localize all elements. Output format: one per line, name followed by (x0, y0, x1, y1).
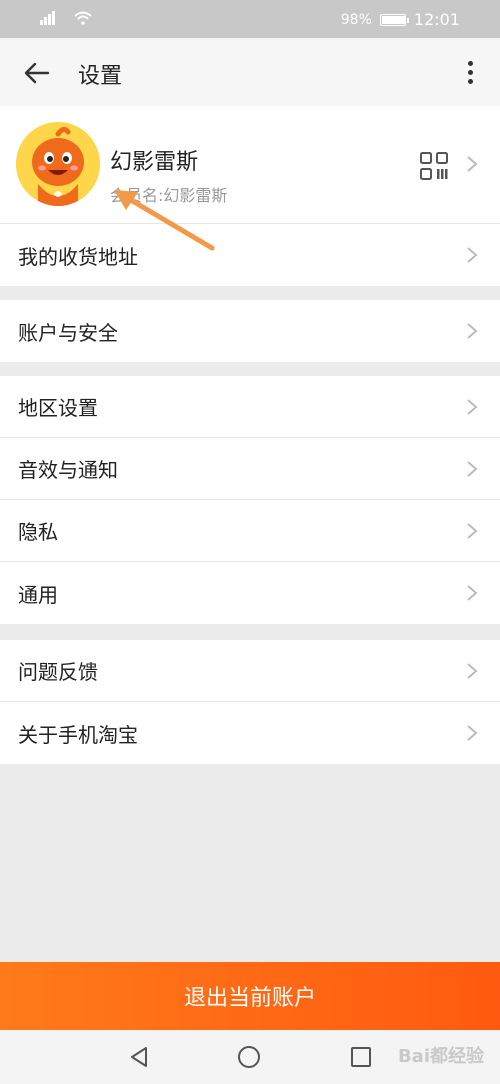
row-label: 问题反馈 (18, 660, 98, 684)
chevron-right-icon (467, 662, 478, 679)
row-sound-notifications[interactable]: 音效与通知 (0, 438, 500, 500)
arrow-left-icon[interactable] (22, 58, 52, 88)
battery-icon (379, 13, 409, 26)
row-privacy[interactable]: 隐私 (0, 500, 500, 562)
row-label: 账户与安全 (18, 320, 118, 345)
row-shipping-address[interactable]: 我的收货地址 (0, 224, 500, 286)
battery-percent: 98% (340, 11, 372, 28)
row-label: 通用 (18, 582, 58, 607)
nav-back-icon[interactable] (128, 1046, 150, 1068)
chevron-right-icon (467, 725, 478, 741)
status-bar: 98% 12:01 (0, 0, 500, 38)
profile-card[interactable]: 幻影雷斯 会员名:幻影雷斯 (0, 106, 500, 224)
account-section: 账户与安全 (0, 300, 500, 362)
signal-icon (40, 11, 55, 25)
row-region-settings[interactable]: 地区设置 (0, 376, 500, 438)
row-label: 我的收货地址 (18, 244, 138, 269)
chevron-right-icon (467, 585, 478, 601)
logout-button[interactable]: 退出当前账户 (0, 962, 500, 1030)
nav-recent-icon[interactable] (351, 1047, 371, 1067)
row-general[interactable]: 通用 (0, 562, 500, 624)
more-vertical-icon[interactable] (464, 58, 476, 88)
row-label: 音效与通知 (18, 458, 118, 482)
row-feedback[interactable]: 问题反馈 (0, 640, 500, 702)
clock: 12:01 (413, 10, 460, 29)
row-account-security[interactable]: 账户与安全 (0, 300, 500, 362)
member-name: 会员名:幻影雷斯 (110, 186, 228, 205)
app-bar: 设置 (0, 38, 500, 106)
chevron-right-icon (467, 156, 478, 172)
profile-section: 幻影雷斯 会员名:幻影雷斯 我的收货地址 (0, 106, 500, 286)
chevron-right-icon (467, 398, 478, 415)
nav-home-icon[interactable] (238, 1046, 260, 1068)
help-section: 问题反馈 关于手机淘宝 (0, 640, 500, 764)
profile-name: 幻影雷斯 (110, 150, 199, 175)
qr-code-icon[interactable] (420, 152, 448, 180)
system-nav-bar: Bai都经验 (0, 1030, 500, 1084)
avatar[interactable] (16, 122, 100, 206)
chevron-right-icon (467, 247, 478, 263)
watermark: Bai都经验 (397, 1046, 484, 1067)
general-section: 地区设置 音效与通知 隐私 通用 (0, 376, 500, 624)
chevron-right-icon (467, 522, 478, 539)
chevron-right-icon (467, 460, 478, 477)
row-label: 关于手机淘宝 (18, 722, 138, 747)
row-label: 地区设置 (18, 396, 98, 420)
wifi-icon (74, 11, 92, 25)
mascot-avatar-icon (16, 122, 100, 206)
row-about[interactable]: 关于手机淘宝 (0, 702, 500, 764)
row-label: 隐私 (18, 520, 58, 544)
page-title: 设置 (78, 64, 123, 89)
chevron-right-icon (467, 323, 478, 339)
